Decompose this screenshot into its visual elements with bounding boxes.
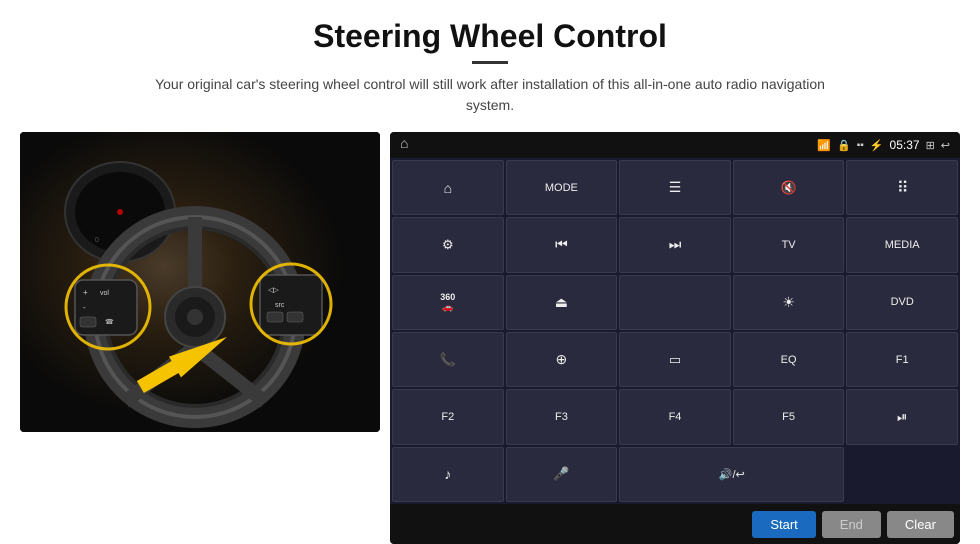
steering-wheel-image: 0 220 + - vol ☎ ◁▷ src xyxy=(20,132,380,432)
eject-button[interactable]: ⏏ xyxy=(506,275,618,330)
storage-icon: ▪▪ xyxy=(857,140,864,151)
svg-text:src: src xyxy=(275,302,285,309)
page-header: Steering Wheel Control Your original car… xyxy=(0,0,980,122)
music-button[interactable]: ♪ xyxy=(392,447,504,502)
content-area: 0 220 + - vol ☎ ◁▷ src xyxy=(0,122,980,544)
dvd-button[interactable]: DVD xyxy=(846,275,958,330)
next-button[interactable]: ⏭ xyxy=(619,217,731,272)
playpause-button[interactable]: ⏯ xyxy=(846,389,958,444)
tv-button[interactable]: TV xyxy=(733,217,845,272)
home-button[interactable] xyxy=(392,160,504,215)
prev-button[interactable]: ⏮ xyxy=(506,217,618,272)
menu-button[interactable] xyxy=(619,160,731,215)
svg-text:vol: vol xyxy=(100,290,109,297)
bright-button[interactable]: ☀ xyxy=(733,275,845,330)
f5-button[interactable]: F5 xyxy=(733,389,845,444)
mode-button[interactable]: MODE xyxy=(506,160,618,215)
nav-button[interactable]: ⚙ xyxy=(392,217,504,272)
mute-button[interactable]: 🔇 xyxy=(733,160,845,215)
radio-button[interactable] xyxy=(619,275,731,330)
page-subtitle: Your original car's steering wheel contr… xyxy=(140,74,840,116)
lock-icon: 🔒 xyxy=(837,139,851,152)
wifi-icon: 📶 xyxy=(817,139,831,152)
action-bar: Start End Clear xyxy=(390,504,960,544)
apps-button[interactable]: ⠿ xyxy=(846,160,958,215)
button-grid: MODE 🔇 ⠿ ⚙ ⏮ ⏭ TV MEDIA 360🚗 ⏏ ☀ DVD 📞 ⊕… xyxy=(390,158,960,504)
svg-text:-: - xyxy=(83,303,86,312)
svg-text:☎: ☎ xyxy=(105,318,114,326)
360-button[interactable]: 360🚗 xyxy=(392,275,504,330)
empty-button xyxy=(846,447,958,502)
title-divider xyxy=(472,61,508,64)
eq-button[interactable]: EQ xyxy=(733,332,845,387)
end-button[interactable]: End xyxy=(822,511,881,538)
svg-text:+: + xyxy=(83,288,88,297)
status-bar: ⌂ 📶 🔒 ▪▪ ⚡ 05:37 ⊞ ↩ xyxy=(390,132,960,158)
status-bar-left: ⌂ xyxy=(400,137,408,153)
status-bar-right: 📶 🔒 ▪▪ ⚡ 05:37 ⊞ ↩ xyxy=(817,138,950,152)
svg-text:◁▷: ◁▷ xyxy=(268,287,279,294)
start-button[interactable]: Start xyxy=(752,511,815,538)
media-button[interactable]: MEDIA xyxy=(846,217,958,272)
page-title: Steering Wheel Control xyxy=(20,18,960,55)
callend-button[interactable]: 🔊/↩ xyxy=(619,447,844,502)
home-status-icon: ⌂ xyxy=(400,137,408,153)
status-time: 05:37 xyxy=(890,138,920,152)
globe-button[interactable]: ⊕ xyxy=(506,332,618,387)
back-icon: ↩ xyxy=(941,139,950,152)
f2-button[interactable]: F2 xyxy=(392,389,504,444)
f1-button[interactable]: F1 xyxy=(846,332,958,387)
control-panel: ⌂ 📶 🔒 ▪▪ ⚡ 05:37 ⊞ ↩ MODE 🔇 ⠿ ⚙ ⏮ ⏭ xyxy=(390,132,960,544)
f4-button[interactable]: F4 xyxy=(619,389,731,444)
mic-button[interactable]: 🎤 xyxy=(506,447,618,502)
f3-button[interactable]: F3 xyxy=(506,389,618,444)
bt-icon: ⚡ xyxy=(870,139,884,152)
window-icon: ⊞ xyxy=(926,139,935,152)
svg-text:0: 0 xyxy=(95,237,99,244)
phone-button[interactable]: 📞 xyxy=(392,332,504,387)
clear-button[interactable]: Clear xyxy=(887,511,954,538)
screen-button[interactable]: ▭ xyxy=(619,332,731,387)
